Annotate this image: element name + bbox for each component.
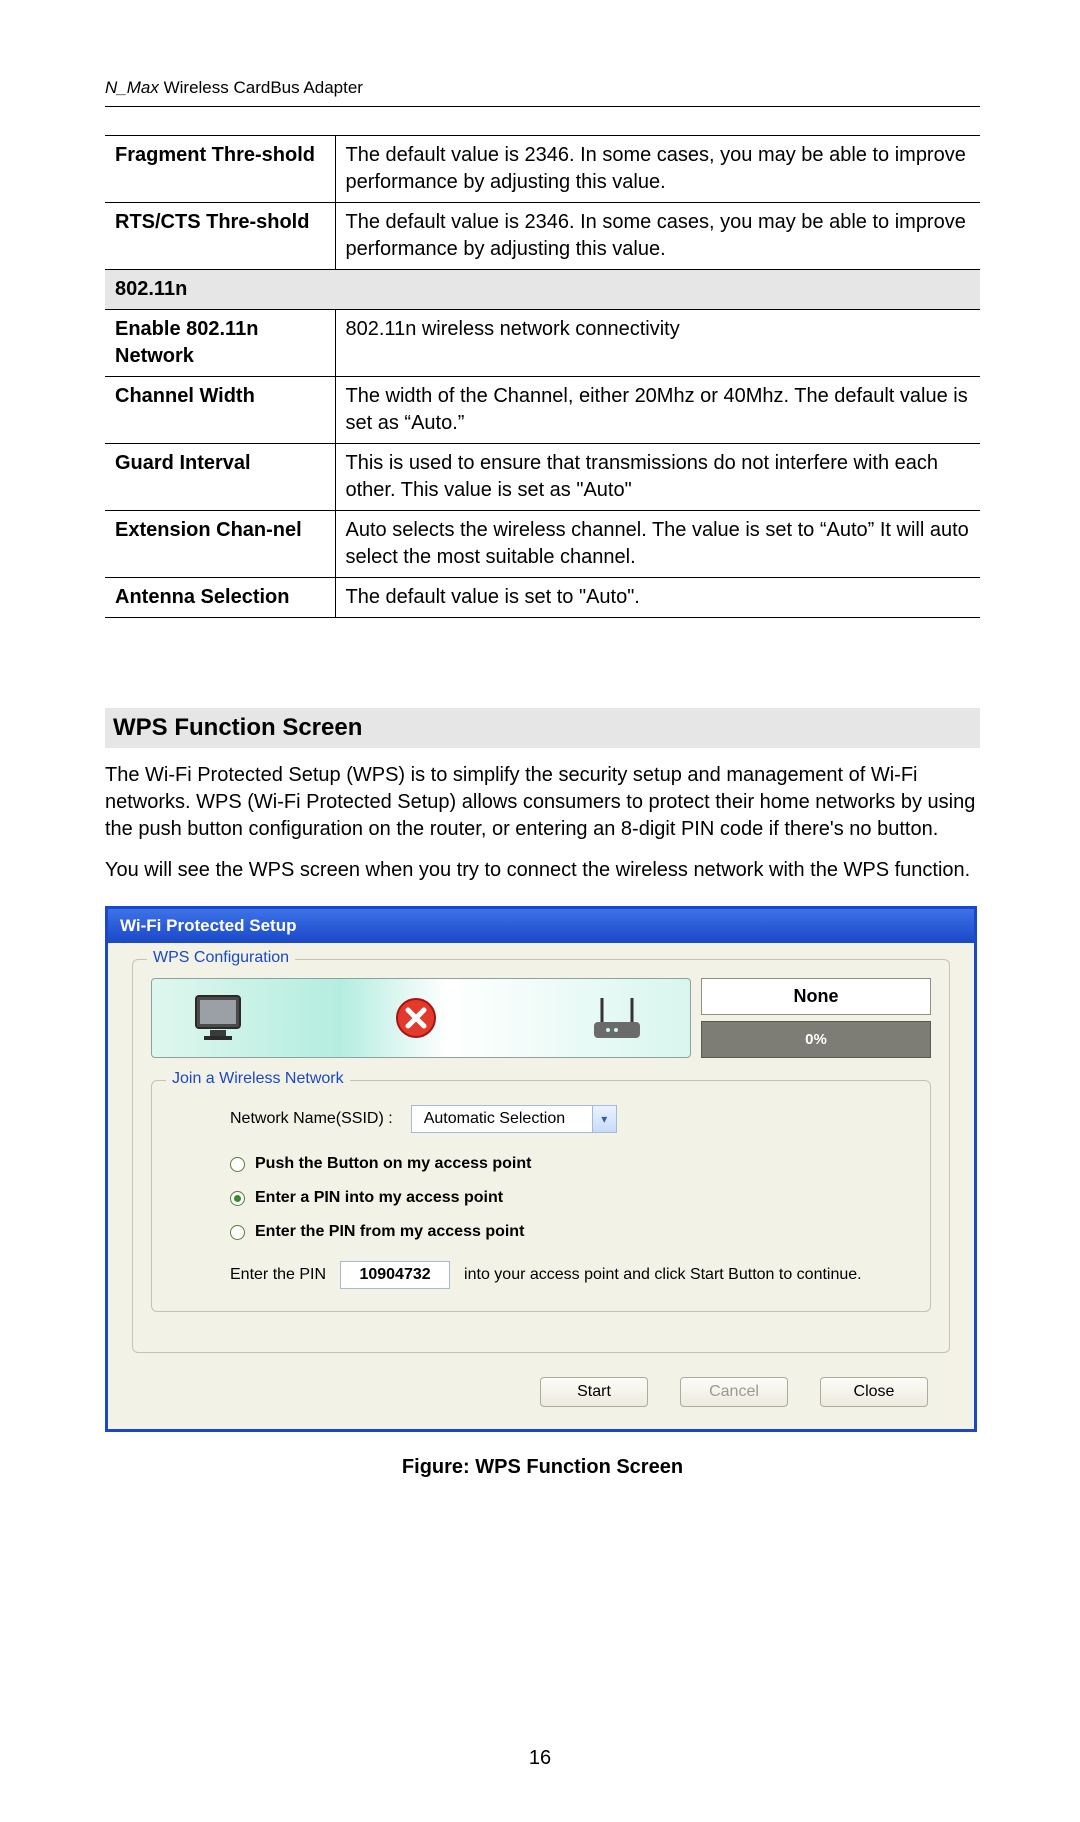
paragraph: The Wi-Fi Protected Setup (WPS) is to si… (105, 762, 980, 843)
table-row: Guard Interval This is used to ensure th… (105, 444, 980, 511)
ssid-value: Automatic Selection (412, 1110, 592, 1128)
wps-config-fieldset: WPS Configuration None (132, 959, 950, 1353)
radio-option-push-button[interactable]: Push the Button on my access point (230, 1155, 912, 1173)
cancel-button[interactable]: Cancel (680, 1377, 788, 1407)
row-desc: The default value is set to "Auto". (335, 578, 980, 618)
start-button[interactable]: Start (540, 1377, 648, 1407)
pin-suffix-text: into your access point and click Start B… (464, 1266, 862, 1284)
settings-table: Fragment Thre-shold The default value is… (105, 135, 980, 618)
header-product-italic: N_Max (105, 78, 159, 97)
wps-dialog: Wi-Fi Protected Setup WPS Configuration (105, 906, 977, 1432)
row-desc: This is used to ensure that transmission… (335, 444, 980, 511)
row-label: Fragment Thre-shold (105, 136, 335, 203)
fieldset-legend: Join a Wireless Network (166, 1070, 350, 1088)
row-desc: Auto selects the wireless channel. The v… (335, 511, 980, 578)
table-row: Fragment Thre-shold The default value is… (105, 136, 980, 203)
error-icon (394, 996, 438, 1040)
router-icon (584, 992, 650, 1044)
pin-label: Enter the PIN (230, 1266, 326, 1284)
fieldset-legend: WPS Configuration (147, 949, 295, 967)
figure-caption: Figure: WPS Function Screen (105, 1456, 980, 1479)
ssid-label: Network Name(SSID) : (230, 1110, 393, 1128)
row-label: RTS/CTS Thre-shold (105, 203, 335, 270)
row-desc: The width of the Channel, either 20Mhz o… (335, 377, 980, 444)
ssid-select[interactable]: Automatic Selection ▾ (411, 1105, 617, 1133)
wps-titlebar: Wi-Fi Protected Setup (108, 909, 974, 943)
chevron-down-icon[interactable]: ▾ (592, 1106, 616, 1132)
radio-icon (230, 1225, 245, 1240)
radio-option-enter-pin-into[interactable]: Enter a PIN into my access point (230, 1189, 912, 1207)
row-desc: 802.11n wireless network connectivity (335, 310, 980, 377)
close-button[interactable]: Close (820, 1377, 928, 1407)
radio-label: Enter a PIN into my access point (255, 1189, 503, 1207)
table-row: Channel Width The width of the Channel, … (105, 377, 980, 444)
row-label: Guard Interval (105, 444, 335, 511)
progress-bar: 0% (701, 1021, 931, 1058)
table-section-row: 802.11n (105, 270, 980, 310)
page-number: 16 (0, 1747, 1080, 1770)
table-row: Extension Chan-nel Auto selects the wire… (105, 511, 980, 578)
status-text: None (701, 978, 931, 1015)
monitor-icon (192, 992, 248, 1044)
section-label: 802.11n (105, 270, 980, 310)
join-network-fieldset: Join a Wireless Network Network Name(SSI… (151, 1080, 931, 1312)
pin-input[interactable]: 10904732 (340, 1261, 450, 1289)
running-header: N_Max Wireless CardBus Adapter (105, 78, 980, 107)
table-row: Antenna Selection The default value is s… (105, 578, 980, 618)
header-product-rest: Wireless CardBus Adapter (159, 78, 363, 97)
radio-icon (230, 1191, 245, 1206)
row-label: Enable 802.11n Network (105, 310, 335, 377)
radio-icon (230, 1157, 245, 1172)
radio-option-enter-pin-from[interactable]: Enter the PIN from my access point (230, 1223, 912, 1241)
row-label: Antenna Selection (105, 578, 335, 618)
row-desc: The default value is 2346. In some cases… (335, 136, 980, 203)
row-label: Channel Width (105, 377, 335, 444)
row-desc: The default value is 2346. In some cases… (335, 203, 980, 270)
row-label: Extension Chan-nel (105, 511, 335, 578)
table-row: Enable 802.11n Network 802.11n wireless … (105, 310, 980, 377)
paragraph: You will see the WPS screen when you try… (105, 857, 980, 884)
table-row: RTS/CTS Thre-shold The default value is … (105, 203, 980, 270)
status-graphic (151, 978, 691, 1058)
section-heading: WPS Function Screen (105, 708, 980, 748)
radio-label: Enter the PIN from my access point (255, 1223, 524, 1241)
radio-label: Push the Button on my access point (255, 1155, 531, 1173)
